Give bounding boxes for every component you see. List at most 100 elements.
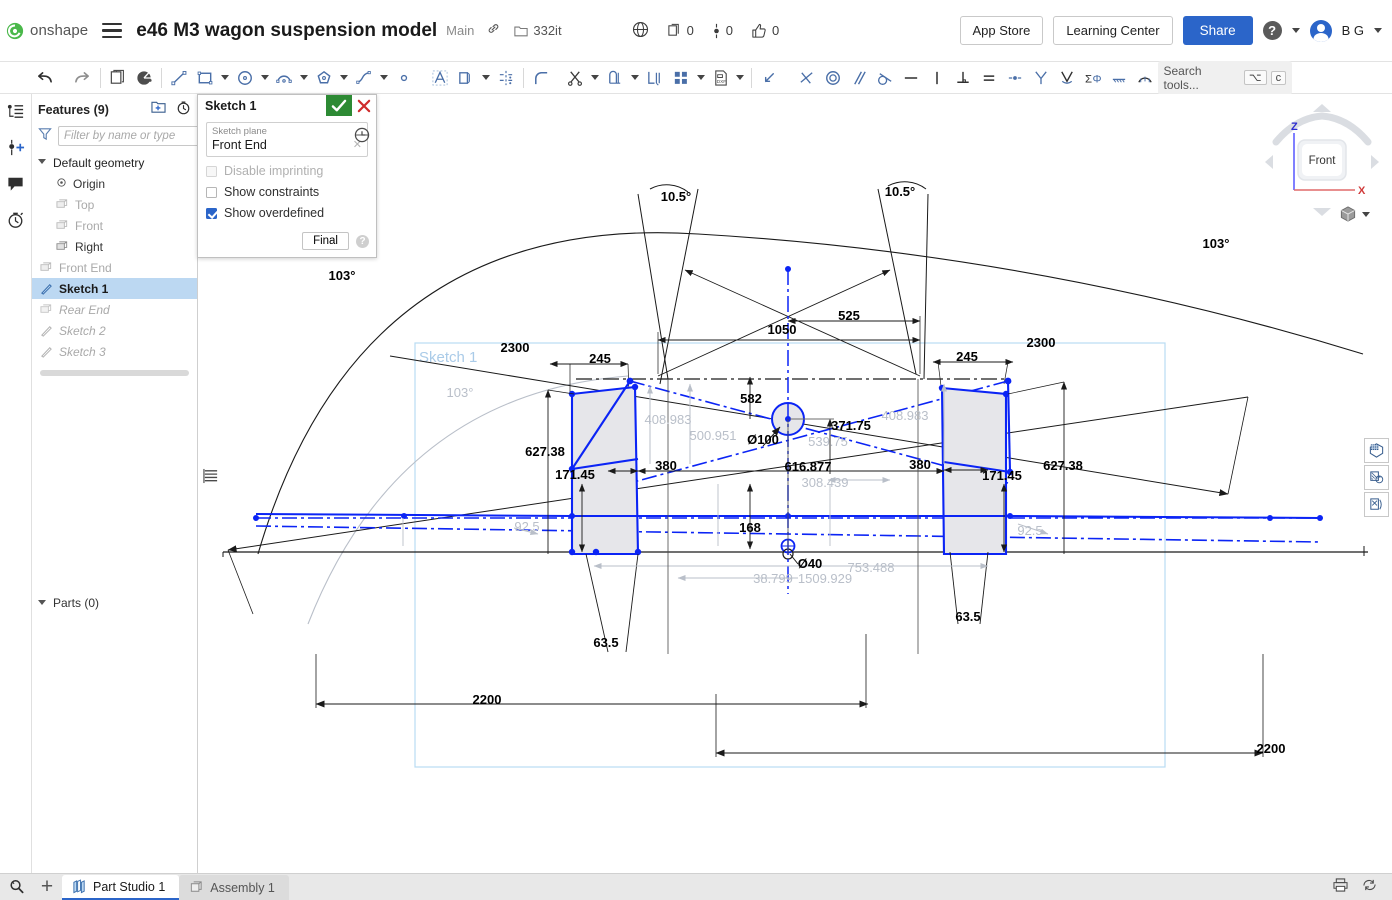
app-store-button[interactable]: App Store <box>959 16 1044 45</box>
sketch-cancel-button[interactable] <box>352 95 376 116</box>
learning-center-button[interactable]: Learning Center <box>1053 16 1173 45</box>
display-state-icon[interactable] <box>1364 438 1389 463</box>
checkbox-row-disable-imprinting[interactable]: Disable imprinting <box>206 164 368 178</box>
extend-icon[interactable] <box>602 65 628 91</box>
normal-icon[interactable]: Σ Φ <box>1080 65 1106 91</box>
final-button[interactable]: Final <box>302 232 349 250</box>
dim-text-gray[interactable]: 539.75 <box>808 434 848 449</box>
sketch-confirm-button[interactable] <box>326 95 352 116</box>
show-overdefined-checkbox[interactable] <box>206 207 217 219</box>
pt-lm-right[interactable] <box>1007 513 1013 519</box>
onshape-logo[interactable]: onshape <box>6 22 88 40</box>
copy-count[interactable]: 0 <box>667 23 694 38</box>
dim-text[interactable]: 2300 <box>1027 335 1056 350</box>
line-icon[interactable] <box>166 65 192 91</box>
tree-item-default-geometry[interactable]: Default geometry <box>32 152 197 173</box>
dim-text[interactable]: 10.5° <box>885 184 916 199</box>
rotate-right-arc-icon[interactable] <box>1318 112 1372 146</box>
dim-text[interactable]: 2300 <box>501 340 530 355</box>
tree-item-front[interactable]: Front <box>32 215 197 236</box>
text-icon[interactable] <box>427 65 453 91</box>
rollback-bar[interactable] <box>40 370 189 376</box>
comment-icon[interactable] <box>5 172 27 194</box>
help-chevron-down-icon[interactable] <box>1291 28 1300 33</box>
import-chevron-down-icon[interactable] <box>733 65 747 91</box>
mirror-icon[interactable] <box>493 65 519 91</box>
rotate-up-arrow-icon[interactable] <box>1313 104 1331 112</box>
dim-text-gray[interactable]: 308.439 <box>802 475 849 490</box>
dim-text[interactable]: 245 <box>956 349 978 364</box>
rotate-west-arrow-icon[interactable] <box>1265 155 1273 169</box>
branch-label[interactable]: Main <box>446 23 474 38</box>
user-avatar-icon[interactable] <box>1309 19 1332 42</box>
hamburger-menu-icon[interactable] <box>102 22 123 39</box>
sketch-plane-field[interactable]: Sketch plane Front End ✕ <box>206 122 368 157</box>
endpoint-left[interactable] <box>253 515 259 521</box>
arc-icon[interactable] <box>272 65 298 91</box>
fillet-icon[interactable] <box>528 65 554 91</box>
disable-imprinting-checkbox[interactable] <box>206 165 217 177</box>
history-icon[interactable] <box>5 208 27 230</box>
dim-text[interactable]: 627.38 <box>525 444 565 459</box>
construction-icon[interactable] <box>756 65 782 91</box>
view-cube-icon[interactable] <box>1339 205 1357 223</box>
dim-text[interactable]: 103° <box>1203 236 1230 251</box>
folder-chip[interactable]: 332it <box>514 23 562 38</box>
spline-icon[interactable] <box>351 65 377 91</box>
help-circle-icon[interactable]: ? <box>356 234 369 248</box>
checkbox-row-show-constraints[interactable]: Show constraints <box>206 185 368 199</box>
pt-left-body-tr[interactable] <box>631 383 639 391</box>
dim-text[interactable]: 10.5° <box>661 189 692 204</box>
fix-icon[interactable] <box>1106 65 1132 91</box>
offset-icon[interactable] <box>453 65 479 91</box>
lower-member-left[interactable] <box>255 513 573 517</box>
cad-canvas[interactable]: Sketch 1 10.5° 10.5° 103° 103° 2300 2300… <box>198 94 1392 873</box>
dim-text-gray[interactable]: 92.5 <box>1017 523 1042 538</box>
dim-text[interactable]: 245 <box>589 351 611 366</box>
sketch-properties-icon[interactable] <box>131 65 157 91</box>
import-dxf-icon[interactable]: DXF <box>708 65 734 91</box>
pt-right-upper[interactable] <box>1004 377 1012 385</box>
insert-part-icon[interactable] <box>5 136 27 158</box>
pt-left-upper[interactable] <box>626 377 634 385</box>
copy-sketch-icon[interactable] <box>105 65 131 91</box>
dimension-icon[interactable] <box>1132 65 1158 91</box>
parallel-icon[interactable] <box>846 65 872 91</box>
dim-text-gray[interactable]: 1509.929 <box>798 571 852 586</box>
polygon-chevron-down-icon[interactable] <box>337 65 351 91</box>
pt-left-ground[interactable] <box>568 548 576 556</box>
pt-lm-left[interactable] <box>569 513 575 519</box>
redo-icon[interactable] <box>70 65 96 91</box>
chevron-down-icon[interactable] <box>1362 211 1370 217</box>
like-count[interactable]: 0 <box>751 23 779 39</box>
dim-text[interactable]: 582 <box>740 391 762 406</box>
pt-lm-far-left[interactable] <box>401 513 407 519</box>
share-button[interactable]: Share <box>1182 16 1253 45</box>
rotate-down-arrow-icon[interactable] <box>1313 208 1331 216</box>
rectangle-icon[interactable] <box>192 65 218 91</box>
link-icon[interactable] <box>486 21 501 41</box>
rotate-east-arrow-icon[interactable] <box>1371 155 1379 169</box>
dim-text[interactable]: 2200 <box>473 692 502 707</box>
dim-text[interactable]: 616.877 <box>785 459 832 474</box>
tab-part-studio-1[interactable]: Part Studio 1 <box>62 875 180 900</box>
dim-text[interactable]: 525 <box>838 308 860 323</box>
search-magnifier-icon[interactable] <box>0 873 32 900</box>
rectangle-chevron-down-icon[interactable] <box>218 65 232 91</box>
concentric-icon[interactable] <box>820 65 846 91</box>
pt-left-ground-3[interactable] <box>592 548 600 556</box>
point-icon[interactable] <box>391 65 417 91</box>
circle-chevron-down-icon[interactable] <box>258 65 272 91</box>
dim-text[interactable]: 63.5 <box>593 635 618 650</box>
dim-text-gray[interactable]: 408.983 <box>882 408 929 423</box>
dim-text[interactable]: 103° <box>329 268 356 283</box>
trim-icon[interactable] <box>562 65 588 91</box>
chevron-down-icon[interactable] <box>38 158 47 167</box>
equal-icon[interactable] <box>976 65 1002 91</box>
circle-icon[interactable] <box>232 65 258 91</box>
perpendicular-icon[interactable] <box>950 65 976 91</box>
tree-item-right[interactable]: Right <box>32 236 197 257</box>
dim-text[interactable]: Ø40 <box>798 556 823 571</box>
list-panel-icon[interactable] <box>200 465 222 487</box>
checkbox-row-show-overdefined[interactable]: Show overdefined <box>206 206 368 220</box>
